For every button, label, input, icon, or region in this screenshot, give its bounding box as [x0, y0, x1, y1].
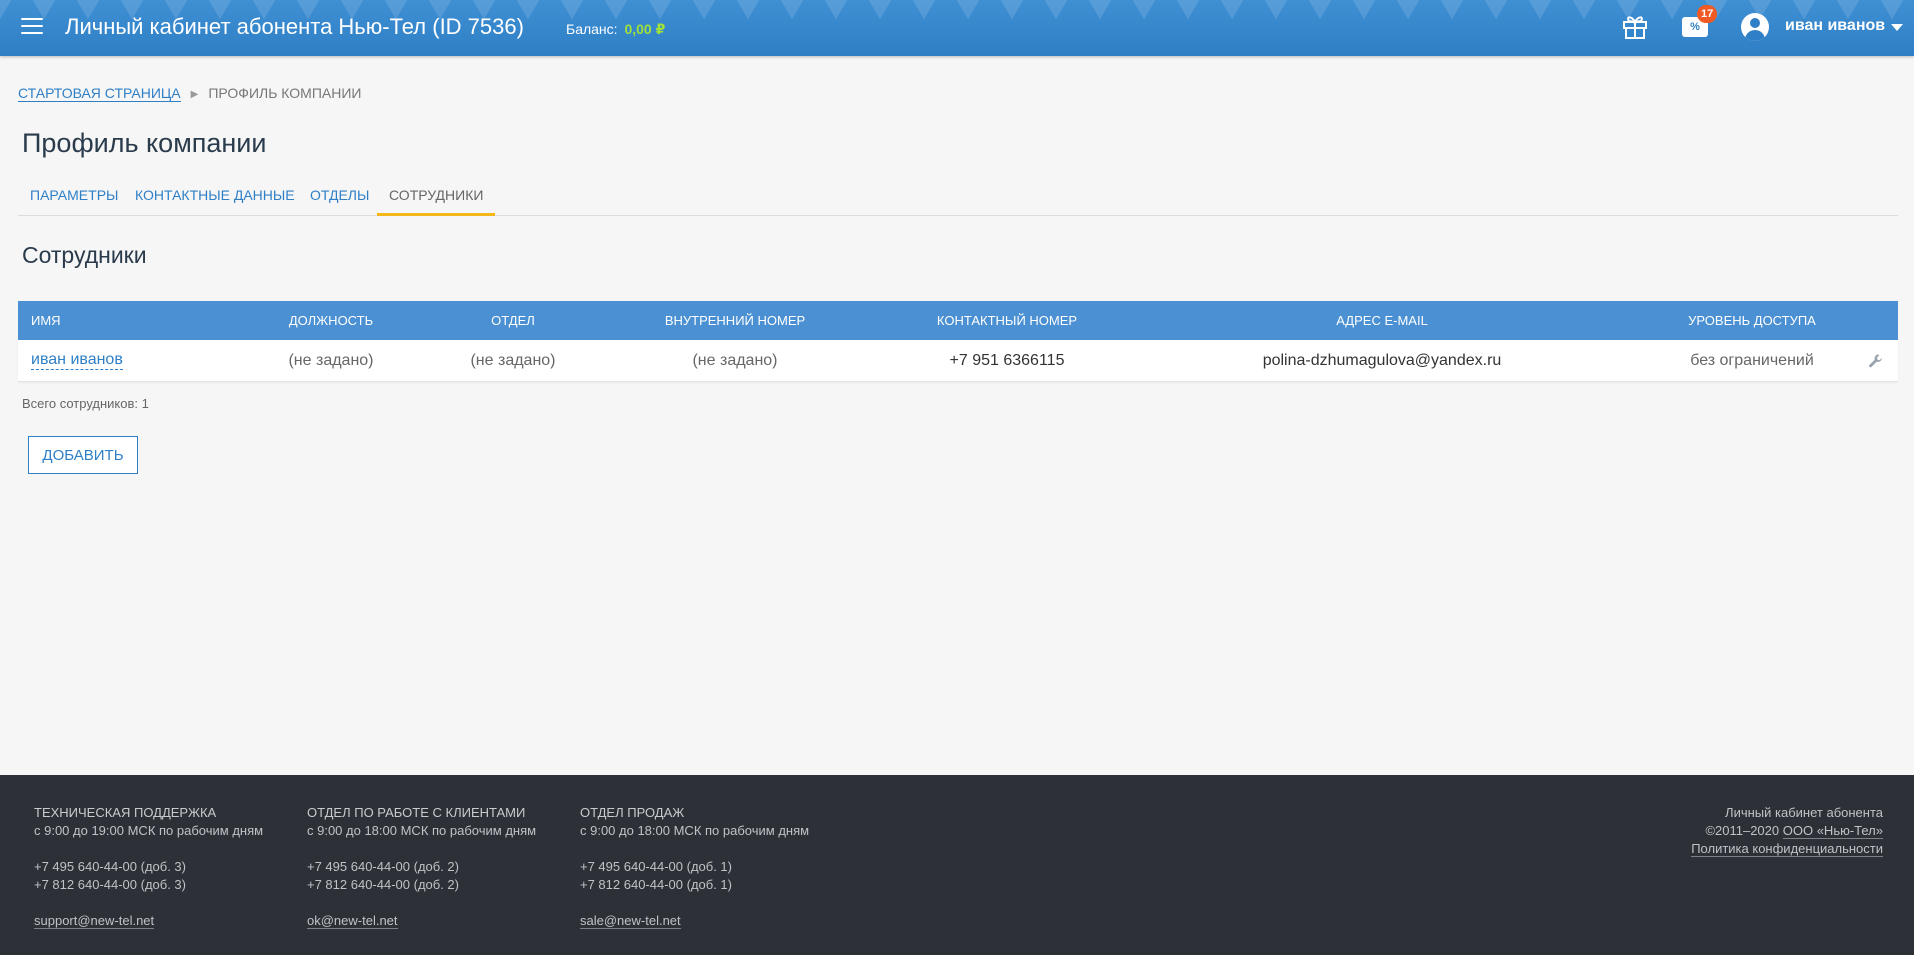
footer-sales-phone2: +7 812 640-44-00 (доб. 1)	[580, 877, 732, 892]
footer-clients-hours: с 9:00 до 18:00 МСК по рабочим дням	[307, 823, 537, 838]
employees-total: Всего сотрудников: 1	[22, 396, 149, 411]
column-internal-number[interactable]: Внутренний номер	[603, 301, 867, 340]
app-title: Личный кабинет абонента Нью-Тел (ID 7536…	[65, 14, 524, 39]
footer-legal: Личный кабинет абонента ©2011–2020 ООО «…	[1691, 804, 1883, 858]
promo-button[interactable]: % 17	[1680, 5, 1718, 41]
balance-value[interactable]: 0,00 ₽	[624, 21, 665, 37]
employee-access-level: без ограничений	[1690, 351, 1814, 369]
footer-support-email[interactable]: support@new-tel.net	[34, 913, 155, 929]
breadcrumb-current: Профиль компании	[208, 85, 362, 101]
chevron-down-icon	[1891, 24, 1903, 31]
table-header: Имя Должность Отдел Внутренний номер Кон…	[18, 301, 1898, 340]
top-header: Личный кабинет абонента Нью-Тел (ID 7536…	[0, 0, 1914, 56]
add-employee-button[interactable]: Добавить	[28, 436, 138, 474]
footer-company-link[interactable]: ООО «Нью-Тел»	[1782, 823, 1883, 839]
section-title: Сотрудники	[22, 242, 147, 268]
tab-departments[interactable]: Отделы	[298, 181, 381, 216]
gift-icon[interactable]	[1620, 11, 1650, 41]
privacy-policy-link[interactable]: Политика конфиденциальности	[1691, 841, 1883, 857]
menu-icon[interactable]	[21, 18, 43, 36]
page-title: Профиль компании	[22, 128, 267, 158]
employee-email: polina-dzhumagulova@yandex.ru	[1262, 351, 1502, 369]
footer-support-hours: с 9:00 до 19:00 МСК по рабочим дням	[34, 823, 264, 838]
employee-name-cell: иван иванов	[31, 340, 123, 381]
footer: Техническая поддержка с 9:00 до 19:00 МС…	[0, 775, 1914, 955]
employee-department: (не задано)	[470, 351, 556, 369]
employees-table: Имя Должность Отдел Внутренний номер Кон…	[18, 301, 1898, 382]
footer-cabinet-label: Личный кабинет абонента	[1725, 805, 1883, 820]
breadcrumb-separator-icon: ▶	[190, 89, 199, 100]
footer-sales: Отдел продаж с 9:00 до 18:00 МСК по рабо…	[580, 804, 809, 930]
footer-sales-title: Отдел продаж	[580, 805, 685, 820]
breadcrumb: Стартовая страница ▶ Профиль компании	[18, 85, 362, 102]
footer-clients-title: Отдел по работе с клиентами	[307, 805, 526, 820]
wrench-icon[interactable]	[1868, 353, 1884, 369]
footer-clients-phone2: +7 812 640-44-00 (доб. 2)	[307, 877, 459, 892]
footer-copyright: ©2011–2020	[1705, 823, 1780, 838]
employee-name-link[interactable]: иван иванов	[31, 351, 123, 370]
footer-support-phone1: +7 495 640-44-00 (доб. 3)	[34, 859, 186, 874]
footer-sales-phone1: +7 495 640-44-00 (доб. 1)	[580, 859, 732, 874]
footer-sales-email[interactable]: sale@new-tel.net	[580, 913, 681, 929]
table-row: иван иванов (не задано) (не задано) (не …	[18, 340, 1898, 382]
breadcrumb-home-link[interactable]: Стартовая страница	[18, 85, 181, 102]
column-contact-number[interactable]: Контактный номер	[867, 301, 1147, 340]
footer-support-phone2: +7 812 640-44-00 (доб. 3)	[34, 877, 186, 892]
promo-count-badge: 17	[1697, 5, 1718, 23]
tab-parameters[interactable]: Параметры	[18, 181, 130, 216]
footer-clients-email[interactable]: ok@new-tel.net	[307, 913, 398, 929]
tab-contacts[interactable]: Контактные данные	[123, 181, 307, 216]
employee-phone: +7 951 6366115	[949, 351, 1065, 369]
tab-bar: Параметры Контактные данные Отделы Сотру…	[18, 181, 1898, 216]
column-name[interactable]: Имя	[31, 301, 61, 340]
footer-support: Техническая поддержка с 9:00 до 19:00 МС…	[34, 804, 263, 930]
footer-sales-hours: с 9:00 до 18:00 МСК по рабочим дням	[580, 823, 810, 838]
avatar	[1741, 13, 1769, 41]
column-email[interactable]: Адрес e-mail	[1147, 301, 1617, 340]
footer-support-title: Техническая поддержка	[34, 805, 217, 820]
footer-clients: Отдел по работе с клиентами с 9:00 до 18…	[307, 804, 536, 930]
footer-clients-phone1: +7 495 640-44-00 (доб. 2)	[307, 859, 459, 874]
column-position[interactable]: Должность	[218, 301, 444, 340]
balance-label: Баланс:	[566, 21, 618, 37]
column-access-level[interactable]: Уровень доступа	[1617, 301, 1887, 340]
tab-employees[interactable]: Сотрудники	[377, 181, 496, 216]
balance: Баланс: 0,00 ₽	[566, 21, 665, 38]
employee-internal-number: (не задано)	[692, 351, 778, 369]
column-department[interactable]: Отдел	[423, 301, 603, 340]
user-name: иван иванов	[1785, 17, 1886, 34]
employee-position: (не задано)	[288, 351, 374, 369]
